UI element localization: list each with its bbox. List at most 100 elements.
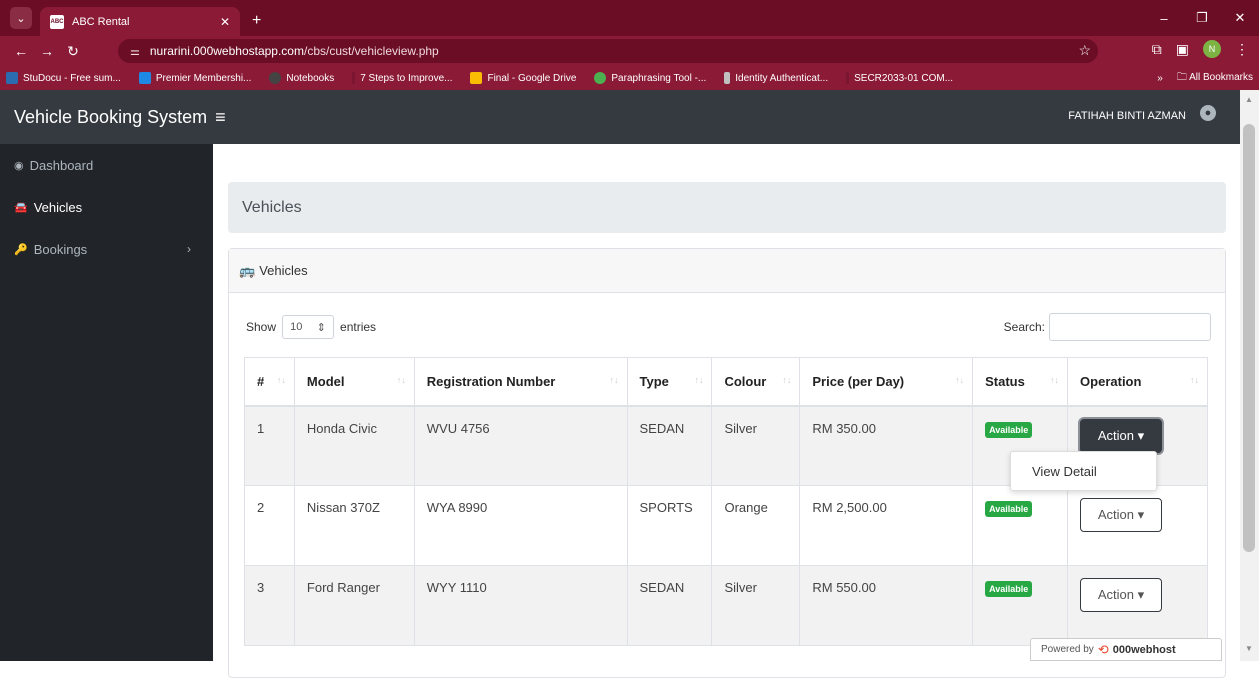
bookmark-item[interactable]: StuDocu - Free sum... (6, 72, 121, 84)
bookmark-icon (724, 72, 731, 84)
bookmark-item[interactable]: Notebooks (269, 72, 334, 84)
caret-down-icon: ▾ (1137, 507, 1145, 522)
search-input[interactable] (1049, 313, 1211, 341)
card-title: Vehicles (259, 263, 308, 278)
page-title: Vehicles (228, 182, 1226, 233)
cell-reg: WYA 8990 (413, 485, 628, 566)
top-navbar: Vehicle Booking System ≡ FATIHAH BINTI A… (0, 90, 1240, 144)
bookmark-item[interactable]: Identity Authenticat... (724, 72, 828, 84)
cell-model: Honda Civic (293, 405, 415, 486)
sort-icon: ↑↓ (1190, 375, 1199, 385)
user-avatar-icon[interactable]: ● (1200, 105, 1216, 121)
action-button[interactable]: Action ▾ (1080, 418, 1163, 453)
main-content: Vehicles 🚌 Vehicles Show 10 ⇕ entries Sea… (213, 144, 1240, 678)
bookmarks-bar: StuDocu - Free sum... Premier Membershi.… (0, 66, 1259, 90)
extensions-icon[interactable]: ⧉ (1152, 41, 1162, 58)
sidepanel-icon[interactable]: ▣ (1176, 41, 1189, 58)
action-button[interactable]: Action ▾ (1080, 498, 1163, 532)
favicon-icon: ABC (50, 14, 64, 29)
entries-select[interactable]: 10 ⇕ (282, 315, 335, 339)
column-header-registration[interactable]: Registration Number ↑↓ (413, 357, 628, 407)
chevron-right-icon: › (187, 242, 191, 256)
column-header-colour[interactable]: Colour ↑↓ (711, 357, 801, 407)
powered-by-badge[interactable]: Powered by ⟲ 000webhost (1030, 638, 1222, 661)
site-info-icon[interactable]: ⚌ (130, 45, 140, 58)
browser-tab[interactable]: ABC ABC Rental ✕ (40, 7, 240, 36)
vehicles-table: # ↑↓ Model ↑↓ Registration Number ↑↓ Type ↑↓… (244, 357, 1208, 646)
cell-type: SPORTS (626, 485, 713, 566)
bookmark-item[interactable]: Premier Membershi... (138, 72, 251, 84)
reload-icon[interactable]: ↻ (60, 43, 86, 60)
minimize-icon[interactable]: – (1145, 11, 1183, 26)
search-label: Search: (1003, 320, 1045, 334)
entries-control: Show 10 ⇕ entries (246, 315, 376, 339)
extension-icons: ⧉ ▣ N ⋮ (1152, 40, 1249, 58)
sort-icon: ↑↓ (955, 375, 965, 385)
restore-icon[interactable]: ❐ (1183, 10, 1221, 26)
webhost-logo: 000webhost (1112, 643, 1176, 656)
back-icon[interactable]: ← (8, 43, 34, 59)
webhost-logo-icon: ⟲ (1097, 641, 1109, 657)
sort-icon: ↑↓ (396, 375, 406, 385)
table-row: 3 Ford Ranger WYY 1110 SEDAN Silver RM 5… (244, 565, 1208, 646)
sort-updown-icon: ⇕ (316, 321, 326, 334)
column-header-num[interactable]: # ↑↓ (244, 357, 295, 407)
scrollbar-thumb[interactable] (1243, 124, 1255, 552)
sidebar-item-dashboard[interactable]: ◉ Dashboard (0, 144, 213, 186)
profile-avatar[interactable]: N (1203, 40, 1221, 58)
cell-type: SEDAN (626, 405, 713, 486)
sort-icon: ↑↓ (1050, 375, 1060, 385)
cell-model: Ford Ranger (293, 565, 415, 646)
dashboard-icon: ◉ (14, 159, 24, 172)
more-bookmarks-button[interactable]: » (1157, 73, 1163, 84)
bookmark-item[interactable]: 7 Steps to Improve... (352, 72, 452, 84)
status-badge: Available (985, 581, 1033, 597)
bookmark-icon (352, 72, 356, 84)
bookmark-star-icon[interactable]: ☆ (1078, 42, 1091, 59)
window-controls: – ❐ ✕ (1145, 0, 1259, 36)
bookmark-icon (269, 72, 282, 84)
search-control: Search: (1004, 313, 1211, 341)
status-badge: Available (985, 501, 1033, 517)
sidebar-item-vehicles[interactable]: 🚘 Vehicles (0, 186, 213, 228)
bookmark-item[interactable]: Final - Google Drive (470, 72, 576, 84)
bookmark-item[interactable]: SECR2033-01 COM... (846, 72, 953, 84)
new-tab-icon[interactable]: + (252, 12, 261, 30)
url-bar[interactable]: ⚌ nurarini.000webhostapp.com/cbs/cust/ve… (118, 39, 1098, 63)
scroll-down-icon[interactable]: ▼ (1245, 644, 1253, 653)
cell-operation: Action ▾ (1067, 565, 1208, 646)
sort-icon: ↑↓ (276, 375, 286, 385)
tab-search-icon[interactable]: ⌄ (10, 7, 32, 29)
close-icon[interactable]: ✕ (220, 15, 230, 29)
column-header-operation[interactable]: Operation ↑↓ (1067, 357, 1208, 407)
address-toolbar: ← → ↻ ⚌ nurarini.000webhostapp.com/cbs/c… (0, 36, 1259, 66)
brand-title[interactable]: Vehicle Booking System (14, 107, 207, 128)
cell-num: 2 (244, 485, 295, 566)
menu-toggle-icon[interactable]: ≡ (215, 107, 226, 128)
user-name[interactable]: FATIHAH BINTI AZMAN (1068, 110, 1186, 122)
scroll-up-icon[interactable]: ▲ (1245, 95, 1253, 104)
cell-status: Available (972, 485, 1069, 566)
sidebar: ◉ Dashboard 🚘 Vehicles 🔑 Bookings › (0, 144, 213, 661)
bookmark-icon (138, 72, 151, 84)
sort-icon: ↑↓ (782, 375, 792, 385)
bookmark-icon (594, 72, 607, 84)
cell-price: RM 350.00 (799, 405, 974, 486)
close-window-icon[interactable]: ✕ (1221, 10, 1259, 26)
sidebar-item-bookings[interactable]: 🔑 Bookings › (0, 228, 213, 270)
column-header-model[interactable]: Model ↑↓ (293, 357, 415, 407)
cell-colour: Orange (711, 485, 801, 566)
cell-reg: WYY 1110 (413, 565, 628, 646)
cell-colour: Silver (711, 565, 801, 646)
column-header-type[interactable]: Type ↑↓ (626, 357, 713, 407)
cell-type: SEDAN (626, 565, 713, 646)
kebab-menu-icon[interactable]: ⋮ (1235, 41, 1249, 58)
action-button[interactable]: Action ▾ (1080, 578, 1163, 612)
column-header-price[interactable]: Price (per Day) ↑↓ (799, 357, 974, 407)
all-bookmarks-button[interactable]: 🗀 All Bookmarks (1177, 70, 1253, 87)
view-detail-menu-item[interactable]: View Detail (1010, 451, 1157, 491)
bookmark-item[interactable]: Paraphrasing Tool -... (594, 72, 706, 84)
bookmark-icon (6, 72, 18, 84)
forward-icon[interactable]: → (34, 43, 60, 59)
column-header-status[interactable]: Status ↑↓ (972, 357, 1069, 407)
